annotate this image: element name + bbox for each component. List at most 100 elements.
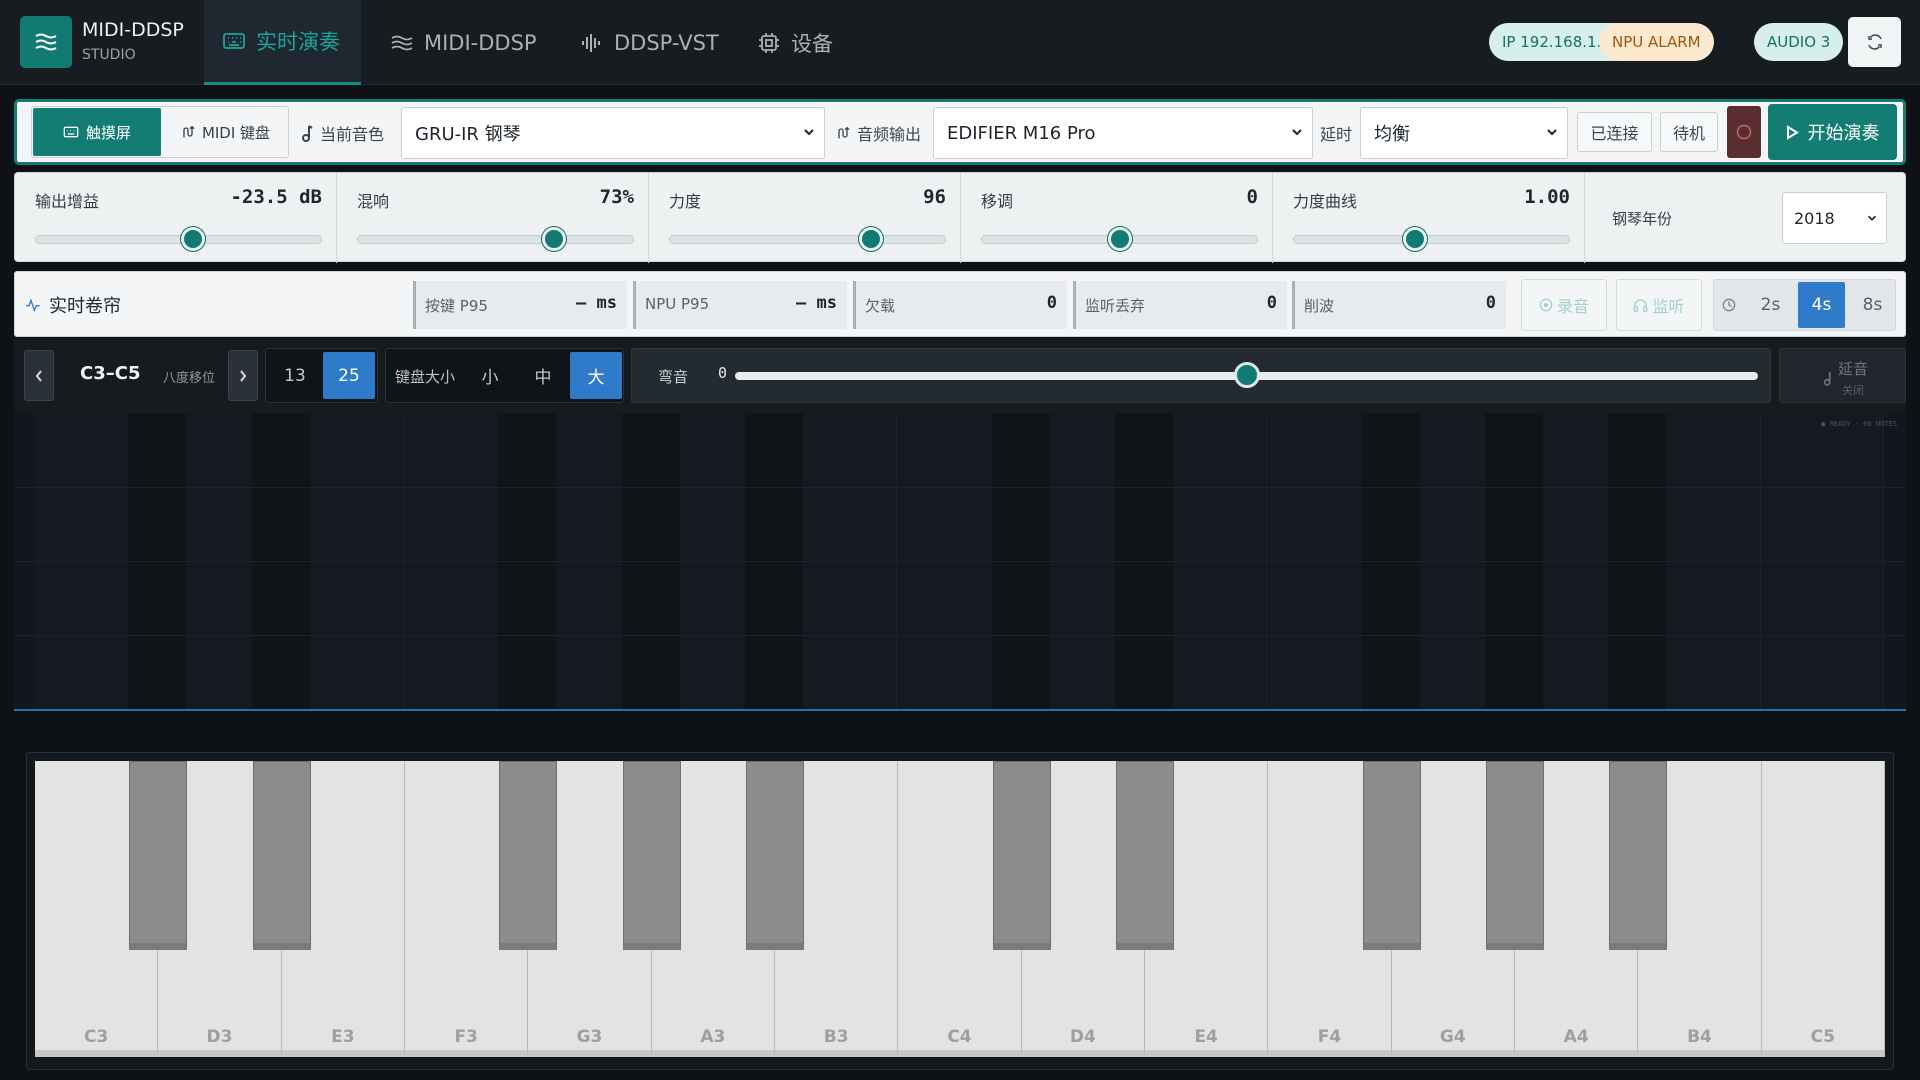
record-toggle-button[interactable] bbox=[1727, 106, 1761, 158]
record-button[interactable]: 录音 bbox=[1521, 279, 1607, 331]
stat-value: 0 bbox=[1046, 293, 1057, 313]
stat-value: 0 bbox=[1485, 293, 1496, 313]
piano-year-label: 钢琴年份 bbox=[1612, 210, 1673, 228]
keys-25-button[interactable]: 25 bbox=[323, 352, 375, 399]
midi-mode-button[interactable]: MIDI 键盘 bbox=[162, 107, 288, 157]
size-large-button[interactable]: 大 bbox=[570, 352, 622, 399]
slider-value: -23.5 dB bbox=[230, 186, 322, 208]
slider-value: 96 bbox=[923, 186, 946, 208]
time-window-selector: 2s 4s 8s bbox=[1713, 279, 1896, 331]
key-count-group: 13 25 bbox=[265, 348, 378, 403]
pitch-bend-label: 弯音 bbox=[658, 368, 689, 386]
octave-down-button[interactable] bbox=[24, 350, 54, 401]
slider-thumb[interactable] bbox=[1402, 227, 1427, 251]
playhead-line bbox=[14, 709, 1906, 711]
slider-track[interactable] bbox=[1293, 235, 1570, 244]
black-key[interactable] bbox=[1609, 761, 1668, 950]
timbre-select[interactable]: GRU-IR 钢琴 bbox=[401, 107, 825, 159]
window-2s-button[interactable]: 2s bbox=[1747, 282, 1794, 328]
connected-button[interactable]: 已连接 bbox=[1577, 112, 1652, 152]
timbre-label: 当前音色 bbox=[300, 121, 384, 145]
size-small-button[interactable]: 小 bbox=[464, 352, 516, 399]
slider-label: 力度 bbox=[669, 192, 702, 211]
tab-midi-ddsp[interactable]: MIDI-DDSP bbox=[372, 0, 555, 85]
stat-value: — ms bbox=[796, 293, 837, 313]
key-label: E3 bbox=[331, 1027, 355, 1047]
slider-track[interactable] bbox=[357, 235, 634, 244]
parameter-sliders: 输出增益 -23.5 dB 混响 73% 力度 96 移调 0 力度曲线 1.0… bbox=[14, 172, 1906, 263]
slider-label: 移调 bbox=[981, 192, 1014, 211]
activity-icon bbox=[26, 298, 40, 313]
key-label: G4 bbox=[1439, 1027, 1466, 1047]
roll-gridline bbox=[14, 635, 1906, 636]
record-icon bbox=[1736, 124, 1752, 140]
slider-track[interactable] bbox=[35, 235, 322, 244]
standby-button[interactable]: 待机 bbox=[1660, 112, 1718, 152]
latency-select[interactable]: 均衡 bbox=[1360, 107, 1568, 159]
octave-shift-label: 八度移位 bbox=[163, 371, 216, 386]
stat-label: 监听丢弃 bbox=[1085, 297, 1146, 315]
pitch-bend-control: 弯音 0 bbox=[631, 348, 1771, 403]
slider-thumb[interactable] bbox=[180, 227, 205, 251]
black-key[interactable] bbox=[1486, 761, 1544, 950]
size-medium-button[interactable]: 中 bbox=[517, 352, 569, 399]
keyboard-icon bbox=[223, 33, 245, 49]
stat-label: 削波 bbox=[1304, 297, 1335, 315]
start-play-button[interactable]: 开始演奏 bbox=[1768, 104, 1897, 160]
key-label: B4 bbox=[1687, 1027, 1712, 1047]
refresh-icon bbox=[1867, 34, 1882, 50]
slider-thumb[interactable] bbox=[541, 227, 566, 251]
slider-velocity: 力度 96 bbox=[649, 173, 961, 263]
roll-status-text: ● READY · 00 NOTES bbox=[1821, 420, 1897, 428]
slider-track[interactable] bbox=[669, 235, 946, 244]
pitch-bend-thumb[interactable] bbox=[1233, 362, 1260, 388]
output-select[interactable]: EDIFIER M16 Pro bbox=[933, 107, 1313, 159]
input-mode-toggle: 触摸屏 MIDI 键盘 bbox=[31, 106, 289, 158]
slider-value: 73% bbox=[599, 186, 634, 208]
touch-mode-button[interactable]: 触摸屏 bbox=[33, 108, 161, 156]
piano-roll[interactable]: ● READY · 00 NOTES bbox=[14, 413, 1906, 711]
slider-label: 混响 bbox=[357, 192, 390, 211]
slider-value: 0 bbox=[1246, 186, 1258, 208]
chevron-down-icon bbox=[1547, 129, 1557, 136]
audio-badge: AUDIO 3 bbox=[1754, 23, 1844, 61]
key-label: B3 bbox=[823, 1027, 849, 1047]
window-4s-button[interactable]: 4s bbox=[1798, 282, 1845, 328]
keyboard-toolbar: C3–C5 八度移位 13 25 键盘大小 小 中 大 弯音 0 延音 关闭 bbox=[14, 338, 1906, 413]
black-key[interactable] bbox=[622, 761, 681, 950]
usb-icon bbox=[183, 125, 195, 138]
black-key[interactable] bbox=[746, 761, 804, 950]
keys-13-button[interactable]: 13 bbox=[269, 352, 321, 399]
roll-gridline bbox=[14, 561, 1906, 562]
black-key[interactable] bbox=[129, 761, 188, 950]
black-key[interactable] bbox=[992, 761, 1051, 950]
slider-reverb: 混响 73% bbox=[337, 173, 649, 263]
stat-underrun: 欠载 0 bbox=[853, 281, 1067, 329]
monitor-button[interactable]: 监听 bbox=[1616, 279, 1702, 331]
play-icon bbox=[1786, 124, 1799, 140]
window-8s-button[interactable]: 8s bbox=[1849, 282, 1896, 328]
key-label: C3 bbox=[84, 1027, 109, 1047]
piano-year-select[interactable]: 2018 bbox=[1782, 192, 1887, 244]
black-key[interactable] bbox=[1362, 761, 1421, 950]
brand-subtitle: STUDIO bbox=[82, 47, 136, 63]
slider-label: 力度曲线 bbox=[1293, 192, 1358, 211]
tab-ddsp-vst[interactable]: DDSP-VST bbox=[562, 0, 737, 85]
refresh-button[interactable] bbox=[1848, 17, 1901, 67]
record-icon bbox=[1539, 298, 1553, 312]
tab-devices[interactable]: 设备 bbox=[739, 0, 851, 85]
octave-up-button[interactable] bbox=[228, 350, 258, 401]
slider-thumb[interactable] bbox=[859, 227, 884, 251]
stat-label: 按键 P95 bbox=[425, 297, 488, 315]
black-key[interactable] bbox=[1116, 761, 1174, 950]
slider-thumb[interactable] bbox=[1107, 227, 1132, 251]
white-key[interactable]: C5 bbox=[1761, 761, 1885, 1057]
key-label: C4 bbox=[947, 1027, 972, 1047]
headphones-icon bbox=[1634, 299, 1648, 312]
black-key[interactable] bbox=[252, 761, 311, 950]
black-key[interactable] bbox=[499, 761, 558, 950]
menu-logo-icon[interactable] bbox=[20, 16, 72, 68]
tab-live-play[interactable]: 实时演奏 bbox=[204, 0, 361, 85]
tab-label: MIDI-DDSP bbox=[424, 30, 537, 55]
sustain-button[interactable]: 延音 关闭 bbox=[1779, 348, 1906, 403]
